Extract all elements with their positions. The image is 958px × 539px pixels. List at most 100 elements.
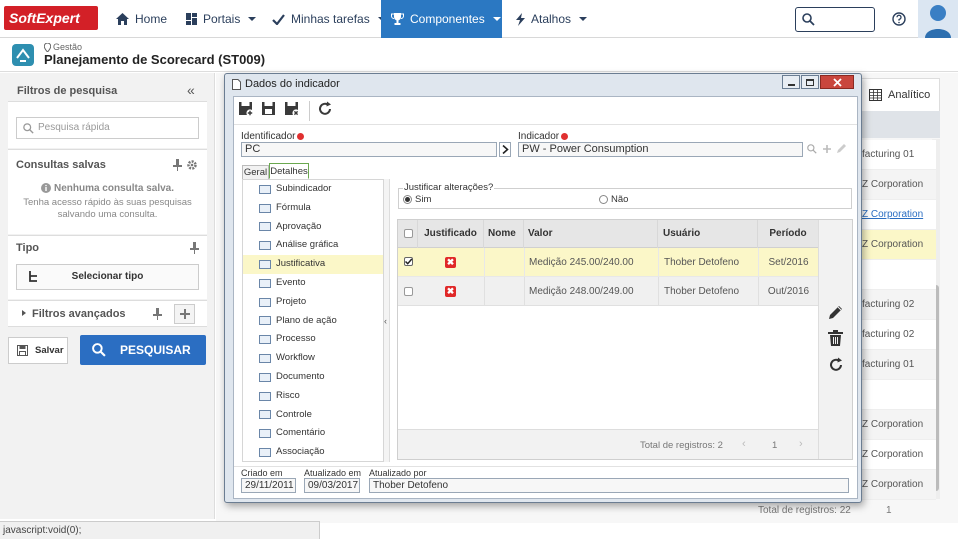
bg-row[interactable]: Z Corporation [860,440,936,470]
save-query-button[interactable]: Salvar [8,337,68,364]
col-usuario[interactable]: Usuário [658,220,758,248]
updated-by-field[interactable]: Thober Detofeno [369,478,849,493]
tree-item[interactable]: Workflow [243,349,383,368]
maximize-button[interactable] [801,75,819,89]
col-valor[interactable]: Valor [524,220,658,248]
tree-item[interactable]: Associação [243,443,383,461]
updated-label: Atualizado em [304,468,362,478]
info-icon [40,183,51,194]
pin-icon[interactable] [173,159,182,171]
header-checkbox-cell[interactable] [398,220,418,248]
bg-row[interactable]: Z Corporation [860,170,936,200]
help-icon[interactable] [892,12,906,26]
search-icon [802,13,815,26]
list-icon [259,335,271,345]
tree-item-label: Evento [276,277,306,288]
table-row[interactable]: ✖ Medição 245.00/240.00 Thober Detofeno … [398,248,818,277]
table-row[interactable]: ✖ Medição 248.00/249.00 Thober Detofeno … [398,277,818,306]
no-saved-label: Nenhuma consulta salva. [53,183,175,194]
trophy-icon [391,13,404,25]
identificador-field[interactable]: PC [241,142,497,157]
bg-row-link[interactable]: Z Corporation [860,200,936,230]
pin-icon[interactable] [153,308,162,320]
identificador-arrow-button[interactable] [499,142,511,157]
trash-icon[interactable] [828,330,843,346]
edit-icon[interactable] [836,143,847,154]
add-filter-button[interactable] [174,304,195,324]
bg-row[interactable]: facturing 02 [860,320,936,350]
row-checkbox-checked[interactable] [404,257,413,266]
bg-row[interactable]: facturing 01 [860,350,936,380]
col-periodo[interactable]: Período [758,220,818,248]
avatar[interactable] [918,0,958,38]
indicador-field[interactable]: PW - Power Consumption [518,142,803,157]
plus-icon[interactable] [822,144,832,154]
bg-page-number[interactable]: 1 [886,505,892,516]
nav-portais[interactable]: Portais [176,0,266,38]
list-icon [259,391,271,401]
edit-icon[interactable] [828,304,844,320]
tree-item[interactable]: Aprovação [243,218,383,237]
tree-item[interactable]: Plano de ação [243,312,383,331]
select-type-button[interactable]: Selecionar tipo [16,264,199,290]
search-button[interactable]: PESQUISAR [80,335,206,365]
bg-row[interactable]: facturing 02 [860,290,936,320]
row-checkbox[interactable] [404,287,413,296]
dialog-titlebar[interactable]: Dados do indicador [225,74,861,94]
advanced-filters-section[interactable]: Filtros avançados [8,300,207,327]
page-header: Gestão Planejamento de Scorecard (ST009) [0,39,958,72]
save-icon[interactable] [261,101,281,121]
select-all-checkbox[interactable] [404,229,413,238]
save-label: Salvar [35,345,64,356]
nav-atalhos[interactable]: Atalhos [506,0,597,38]
save-new-icon[interactable] [238,101,258,121]
bg-row[interactable]: Z Corporation [860,230,936,260]
col-nome[interactable]: Nome [484,220,524,248]
radio-sim[interactable]: Sim [403,194,431,205]
global-search-input[interactable] [795,7,875,32]
tab-detalhes[interactable]: Detalhes [269,163,309,179]
tree-item[interactable]: Controle [243,406,383,425]
tree-item[interactable]: Evento [243,274,383,293]
search-icon[interactable] [807,144,817,154]
updated-field[interactable]: 09/03/2017 [304,478,360,493]
quick-search-input[interactable]: Pesquisa rápida [16,117,199,139]
list-icon [259,448,271,458]
col-justificado[interactable]: Justificado [418,220,484,248]
softexpert-logo[interactable]: SoftExpert [4,6,98,30]
tree-item[interactable]: Comentário [243,424,383,443]
tab-analitico[interactable]: Analítico [856,78,940,111]
tab-geral[interactable]: Geral [242,165,269,179]
tree-item[interactable]: Análise gráfica [243,236,383,255]
splitter[interactable]: ‹ [384,179,390,462]
minimize-button[interactable] [782,75,800,89]
next-page-icon[interactable]: › [799,438,803,450]
pin-icon[interactable] [190,242,199,254]
tree-item[interactable]: Projeto [243,293,383,312]
bg-row[interactable]: Z Corporation [860,410,936,440]
prev-page-icon[interactable]: ‹ [742,438,746,450]
refresh-icon[interactable] [317,101,337,121]
tree-item[interactable]: Subindicador [243,180,383,199]
gear-icon[interactable] [186,159,198,171]
close-button[interactable] [820,75,854,89]
tree-item[interactable]: Justificativa [243,255,383,274]
breadcrumb[interactable]: Gestão [44,42,82,52]
nav-home[interactable]: Home [106,0,177,38]
nav-componentes[interactable]: Componentes [381,0,502,38]
bg-row[interactable]: Z Corporation [860,470,936,500]
page-number[interactable]: 1 [772,440,777,451]
collapse-panel-icon[interactable]: « [187,83,195,97]
refresh-icon[interactable] [828,357,844,373]
tree-item[interactable]: Documento [243,368,383,387]
bg-row[interactable]: facturing 01 [860,140,936,170]
list-icon [259,372,271,382]
nav-minhas-tarefas[interactable]: Minhas tarefas [262,0,396,38]
radio-nao[interactable]: Não [599,194,628,205]
tree-item[interactable]: Risco [243,387,383,406]
search-icon [23,123,34,134]
tree-item[interactable]: Processo [243,330,383,349]
tree-item[interactable]: Fórmula [243,199,383,218]
save-close-icon[interactable] [284,101,304,121]
created-field[interactable]: 29/11/2011 [241,478,296,493]
